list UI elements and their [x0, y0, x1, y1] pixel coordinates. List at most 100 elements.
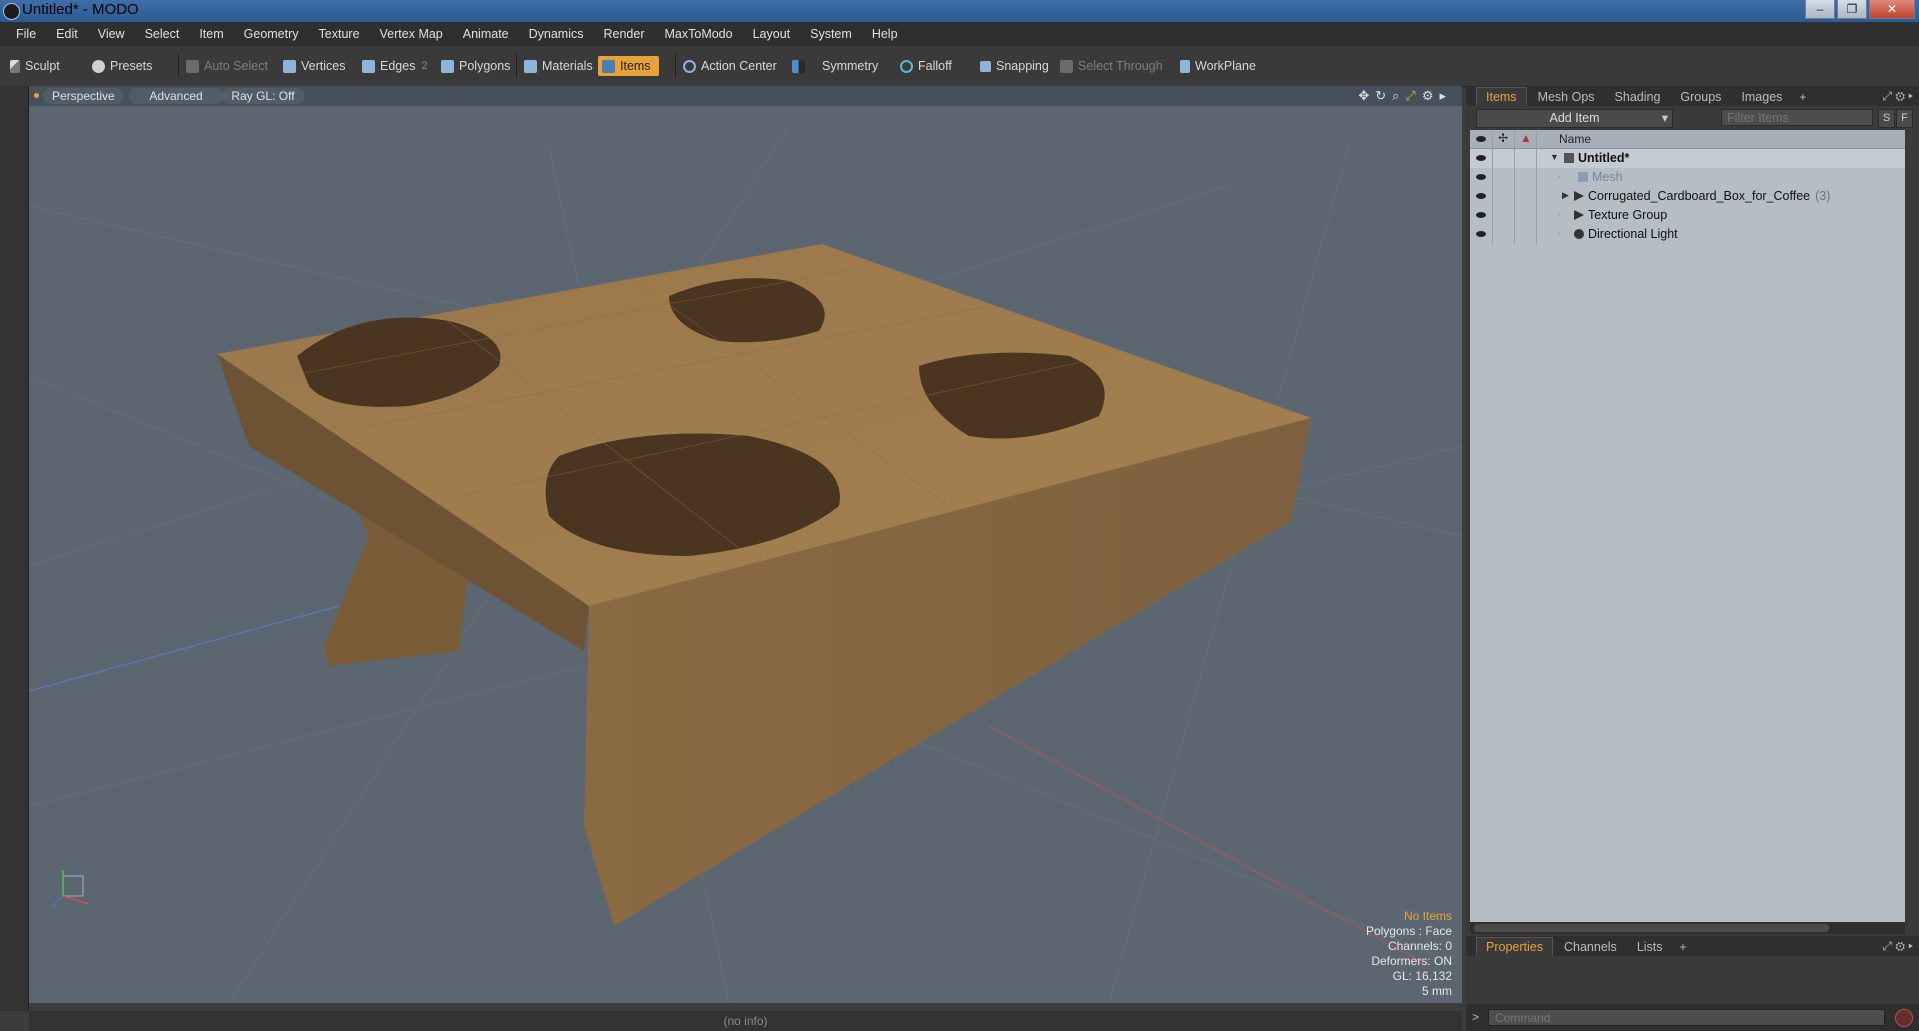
tree-item-label: Untitled* [1578, 151, 1630, 165]
command-row: > [1466, 1004, 1919, 1031]
viewport-view-dropdown[interactable]: Perspective [43, 88, 124, 104]
name-column-header[interactable]: Name [1559, 132, 1591, 146]
menu-system[interactable]: System [800, 27, 862, 41]
zoom-icon[interactable]: ⌕ [1392, 88, 1399, 104]
menu-layout[interactable]: Layout [743, 27, 801, 41]
menu-file[interactable]: File [6, 27, 46, 41]
workplane-button[interactable]: WorkPlane [1180, 56, 1256, 76]
pan-icon[interactable]: ✥ [1358, 88, 1369, 104]
panel-options-icon[interactable]: ⤢ ⚙ ▸ [1882, 939, 1913, 954]
render-cell [1514, 225, 1537, 244]
menu-item[interactable]: Item [189, 27, 233, 41]
visibility-column-header[interactable] [1470, 130, 1493, 148]
command-prompt: > [1472, 1010, 1480, 1024]
menu-vertex-map[interactable]: Vertex Map [370, 27, 453, 41]
materials-button[interactable]: Materials [524, 56, 593, 76]
menu-help[interactable]: Help [862, 27, 908, 41]
tab-channels[interactable]: Channels [1555, 938, 1626, 956]
viewport-shading-dropdown[interactable]: Advanced [129, 88, 223, 104]
select-through-button[interactable]: Select Through [1060, 56, 1163, 76]
tab-groups[interactable]: Groups [1671, 88, 1730, 106]
tab-properties[interactable]: Properties [1476, 937, 1553, 956]
record-macro-icon[interactable] [1895, 1009, 1913, 1027]
add-item-button[interactable]: Add Item ▾ [1476, 109, 1673, 128]
symmetry-button[interactable]: Symmetry [792, 56, 878, 76]
tab-shading[interactable]: Shading [1606, 88, 1670, 106]
presets-icon [92, 59, 105, 73]
menu-view[interactable]: View [88, 27, 135, 41]
brush-icon [10, 59, 20, 73]
render-column-header[interactable]: ▲ [1514, 130, 1537, 148]
status-bar: (no info) [29, 1011, 1462, 1031]
edges-button[interactable]: Edges 2 [362, 56, 428, 76]
close-button[interactable]: ✕ [1869, 0, 1915, 19]
viewport-settings-icon[interactable]: ⚙ [1422, 88, 1434, 104]
eye-icon [1476, 174, 1486, 180]
visibility-toggle[interactable] [1470, 149, 1493, 168]
auto-select-button[interactable]: Auto Select [186, 56, 268, 76]
viewport-status-dot [34, 93, 39, 98]
sculpt-button[interactable]: Sculpt [10, 56, 60, 76]
tree-row[interactable]: ▼ Untitled* [1470, 149, 1905, 168]
fit-icon[interactable]: ⤢ [1405, 88, 1415, 104]
snapping-button[interactable]: Snapping [980, 56, 1049, 76]
tree-connector: · [1558, 171, 1561, 181]
expand-arrow-icon[interactable]: ▶ [1562, 190, 1569, 201]
tab-items[interactable]: Items [1476, 87, 1527, 106]
action-center-button[interactable]: Action Center [683, 56, 777, 76]
menu-render[interactable]: Render [594, 27, 655, 41]
command-input[interactable] [1488, 1009, 1885, 1026]
minimize-button[interactable]: – [1805, 0, 1835, 19]
main-toolbar: Sculpt Presets Auto Select Vertices Edge… [0, 46, 1919, 87]
action-center-label: Action Center [701, 59, 777, 73]
lock-column-header[interactable]: ✢ [1492, 130, 1515, 148]
lock-icon: ✢ [1498, 131, 1509, 145]
add-tab-icon[interactable]: + [1793, 88, 1812, 106]
viewport-menu-icon[interactable]: ▸ [1439, 88, 1446, 104]
tab-images[interactable]: Images [1732, 88, 1791, 106]
polygons-button[interactable]: Polygons [441, 56, 510, 76]
menu-animate[interactable]: Animate [453, 27, 519, 41]
vertices-button[interactable]: Vertices [283, 56, 345, 76]
add-tab-icon[interactable]: + [1674, 938, 1693, 956]
menu-select[interactable]: Select [135, 27, 190, 41]
f-toggle-button[interactable]: F [1896, 109, 1913, 128]
menu-maxtomodo[interactable]: MaxToModo [655, 27, 743, 41]
items-mode-button[interactable]: Items [598, 56, 659, 76]
tree-row[interactable]: · Mesh [1470, 168, 1905, 187]
vertices-label: Vertices [301, 59, 346, 73]
items-add-row: Add Item ▾ S F [1466, 107, 1919, 129]
filter-items-input[interactable] [1721, 109, 1873, 126]
tab-mesh-ops[interactable]: Mesh Ops [1529, 88, 1604, 106]
render-icon: ▲ [1520, 131, 1532, 145]
s-toggle-button[interactable]: S [1878, 109, 1895, 128]
rotate-icon[interactable]: ↻ [1375, 88, 1386, 104]
visibility-toggle[interactable] [1470, 168, 1493, 187]
tree-row[interactable]: · Texture Group [1470, 206, 1905, 225]
symmetry-label: Symmetry [822, 59, 879, 73]
collapse-arrow-icon[interactable]: ▼ [1550, 152, 1559, 162]
menu-dynamics[interactable]: Dynamics [519, 27, 594, 41]
menu-edit[interactable]: Edit [46, 27, 88, 41]
scrollbar-thumb[interactable] [1474, 924, 1829, 932]
polygons-label: Polygons [459, 59, 511, 73]
raygl-toggle[interactable]: Ray GL: Off [221, 88, 305, 104]
visibility-toggle[interactable] [1470, 225, 1493, 244]
3d-viewport[interactable]: Perspective Advanced Ray GL: Off ✥ ↻ ⌕ ⤢… [29, 86, 1462, 1003]
visibility-toggle[interactable] [1470, 187, 1493, 206]
menu-geometry[interactable]: Geometry [234, 27, 309, 41]
tree-row[interactable]: ▶ Corrugated_Cardboard_Box_for_Coffee (3) [1470, 187, 1905, 206]
modo-app-icon [3, 3, 20, 20]
falloff-button[interactable]: Falloff [900, 56, 952, 76]
maximize-button[interactable]: ❐ [1837, 0, 1867, 19]
tree-horizontal-scrollbar[interactable] [1470, 922, 1905, 934]
panel-options-icon[interactable]: ⤢ ⚙ ▸ [1882, 89, 1913, 104]
visibility-toggle[interactable] [1470, 206, 1493, 225]
tab-lists[interactable]: Lists [1628, 938, 1672, 956]
title-bar: Untitled* - MODO – ❐ ✕ [0, 0, 1919, 22]
presets-button[interactable]: Presets [92, 56, 152, 76]
cube-icon [186, 59, 199, 73]
tree-row[interactable]: · Directional Light [1470, 225, 1905, 244]
hud-unit: 5 mm [1422, 984, 1452, 998]
menu-texture[interactable]: Texture [309, 27, 370, 41]
